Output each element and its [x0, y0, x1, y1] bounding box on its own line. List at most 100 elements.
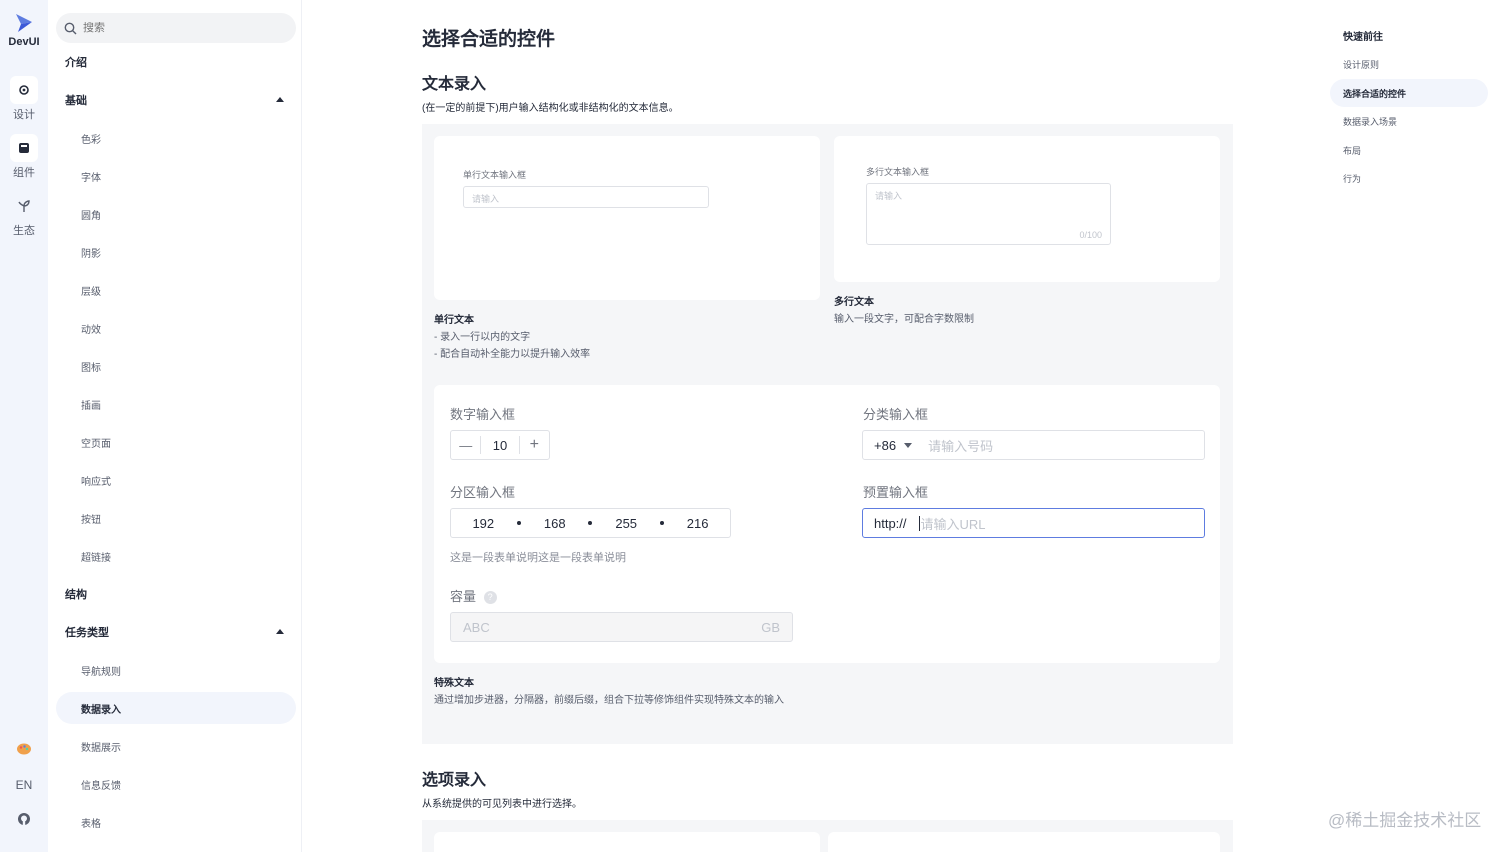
text-cursor — [918, 515, 920, 531]
sidebar-item-data-display[interactable]: 数据展示 — [56, 730, 296, 762]
sidebar-item-color[interactable]: 色彩 — [56, 122, 296, 154]
capacity-label: 容量 ? — [450, 586, 497, 605]
sidebar-item-basics[interactable]: 基础 — [56, 84, 296, 116]
sidebar-item-shadow[interactable]: 阴影 — [56, 236, 296, 268]
sidebar-item-label: 超链接 — [81, 552, 111, 564]
toc-item-choose-control[interactable]: 选择合适的控件 — [1330, 79, 1488, 107]
url-input[interactable]: 请输入URL — [921, 514, 986, 533]
partition-help-text: 这是一段表单说明这是一段表单说明 — [450, 552, 626, 564]
sidebar-item-button[interactable]: 按钮 — [56, 502, 296, 534]
single-line-input[interactable]: 请输入 — [463, 186, 709, 208]
multi-line-textarea[interactable]: 请输入 0/100 — [866, 183, 1111, 245]
toc-item-behavior[interactable]: 行为 — [1330, 164, 1488, 192]
search-input[interactable] — [83, 22, 263, 34]
character-counter: 0/100 — [1079, 230, 1102, 240]
rail-item-design[interactable]: 设计 — [0, 76, 48, 122]
toc-item-data-entry-scenarios[interactable]: 数据录入场景 — [1330, 107, 1488, 135]
sidebar-item-label: 阴影 — [81, 248, 101, 260]
partition-input-label: 分区输入框 — [450, 485, 516, 500]
single-line-caption-title: 单行文本 — [434, 315, 474, 326]
language-toggle[interactable]: EN — [0, 778, 48, 792]
special-text-caption-line: 通过增加步进器，分隔器，前缀后缀，组合下拉等修饰组件实现特殊文本的输入 — [434, 695, 784, 706]
rail-item-ecosystem[interactable]: 生态 — [0, 192, 48, 238]
category-input[interactable]: +86 请输入号码 — [862, 430, 1205, 460]
ip-segment[interactable]: 216 — [687, 516, 709, 531]
sidebar-item-zindex[interactable]: 层级 — [56, 274, 296, 306]
sidebar-item-feedback[interactable]: 信息反馈 — [56, 768, 296, 800]
sidebar-item-responsive[interactable]: 响应式 — [56, 464, 296, 496]
single-line-label: 单行文本输入框 — [463, 170, 527, 180]
sidebar-item-icon[interactable]: 图标 — [56, 350, 296, 382]
minus-button[interactable]: — — [451, 438, 480, 453]
number-input-label: 数字输入框 — [450, 407, 516, 422]
sidebar-item-motion[interactable]: 动效 — [56, 312, 296, 344]
sidebar-item-label: 色彩 — [81, 134, 101, 146]
chevron-up-icon — [276, 629, 284, 634]
sidebar-item-link[interactable]: 超链接 — [56, 540, 296, 572]
brand-name: DevUI — [8, 36, 40, 48]
option-entry-demo-area — [422, 820, 1233, 852]
multi-line-caption-title: 多行文本 — [834, 297, 874, 308]
text-entry-demo-area: 单行文本输入框 请输入 单行文本 - 录入一行以内的文字 - 配合自动补全能力以… — [422, 124, 1233, 744]
plus-button[interactable]: + — [520, 436, 549, 454]
sidebar-item-navigation-rules[interactable]: 导航规则 — [56, 654, 296, 686]
sidebar-item-structure[interactable]: 结构 — [56, 578, 296, 610]
section-description: 从系统提供的可见列表中进行选择。 — [422, 799, 582, 810]
left-rail: DevUI 设计 组件 生态 EN — [0, 0, 48, 852]
brand-logo[interactable]: DevUI — [0, 12, 48, 48]
design-icon — [10, 76, 38, 104]
sidebar-item-label: 介绍 — [65, 57, 87, 69]
rail-item-component[interactable]: 组件 — [0, 134, 48, 180]
sidebar-item-label: 数据展示 — [81, 742, 121, 754]
number-value[interactable]: 10 — [481, 438, 518, 453]
sidebar-item-radius[interactable]: 圆角 — [56, 198, 296, 230]
sidebar-item-illustration[interactable]: 插画 — [56, 388, 296, 420]
sidebar-item-label: 结构 — [65, 589, 87, 601]
github-link[interactable] — [0, 812, 48, 829]
sidebar-item-font[interactable]: 字体 — [56, 160, 296, 192]
number-stepper[interactable]: — 10 + — [450, 430, 550, 460]
section-description: (在一定的前提下)用户输入结构化或非结构化的文本信息。 — [422, 103, 679, 114]
phone-input[interactable]: 请输入号码 — [928, 436, 993, 455]
url-prefix: http:// — [874, 515, 907, 531]
question-icon[interactable]: ? — [483, 591, 497, 605]
section-heading-option-entry: 选项录入 — [422, 772, 487, 789]
sidebar-item-table[interactable]: 表格 — [56, 806, 296, 838]
textarea-placeholder: 请输入 — [875, 191, 903, 201]
github-icon — [18, 813, 30, 825]
search-icon — [64, 22, 77, 34]
theme-button[interactable] — [0, 742, 48, 759]
rail-item-label: 组件 — [13, 167, 35, 179]
search-box[interactable] — [56, 13, 296, 43]
ecosystem-icon — [10, 192, 38, 220]
chevron-down-icon — [904, 442, 913, 448]
separator-dot — [517, 521, 522, 525]
page-title: 选择合适的控件 — [422, 29, 556, 50]
sidebar-item-empty-page[interactable]: 空页面 — [56, 426, 296, 458]
toc-title: 快速前往 — [1343, 32, 1383, 43]
sidebar-item-label: 按钮 — [81, 514, 101, 526]
rail-item-label: 生态 — [13, 225, 35, 237]
single-line-caption-line: - 录入一行以内的文字 — [434, 332, 531, 343]
special-text-demo-card: 数字输入框 — 10 + 分类输入框 +86 请输入号码 分区输入框 192 1… — [434, 385, 1220, 663]
ip-segment[interactable]: 255 — [615, 516, 637, 531]
toc-item-design-principles[interactable]: 设计原则 — [1330, 50, 1488, 78]
sidebar-item-label: 数据录入 — [81, 704, 121, 716]
multi-line-demo-card: 多行文本输入框 请输入 0/100 — [834, 136, 1220, 282]
sidebar-item-label: 导航规则 — [81, 666, 121, 678]
separator-dot — [588, 521, 593, 525]
devui-logo-icon — [16, 14, 32, 32]
sidebar-item-data-entry[interactable]: 数据录入 — [56, 692, 296, 724]
sidebar-item-task-type[interactable]: 任务类型 — [56, 616, 296, 648]
country-code-select[interactable]: +86 — [874, 438, 896, 453]
ip-partition-input[interactable]: 192 168 255 216 — [450, 508, 731, 538]
toc-item-layout[interactable]: 布局 — [1330, 136, 1488, 164]
ip-segment[interactable]: 192 — [472, 516, 494, 531]
preset-input[interactable]: http:// 请输入URL — [862, 508, 1205, 538]
section-heading-text-entry: 文本录入 — [422, 76, 487, 93]
sidebar-item-label: 圆角 — [81, 210, 101, 222]
capacity-value: ABC — [463, 619, 490, 635]
ip-segment[interactable]: 168 — [544, 516, 566, 531]
sidebar-item-intro[interactable]: 介绍 — [56, 46, 296, 78]
category-input-label: 分类输入框 — [863, 407, 929, 422]
